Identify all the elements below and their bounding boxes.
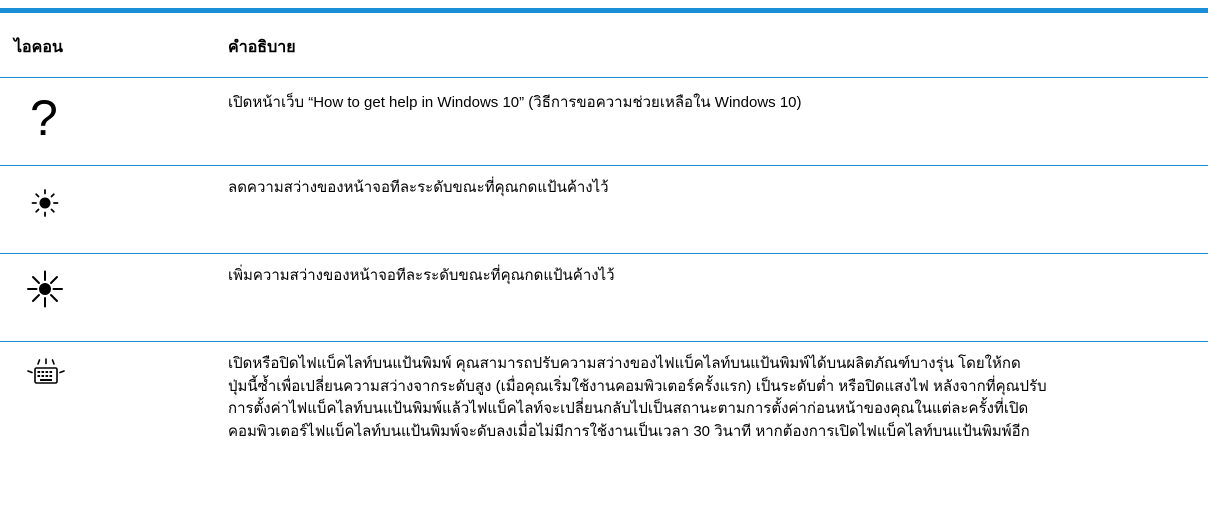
row-description: เปิดหน้าเว็บ “How to get help in Windows…: [228, 94, 802, 111]
row-description: เปิดหรือปิดไฟแบ็คไลท์บนแป้นพิมพ์ คุณสามา…: [228, 353, 1194, 443]
table-header-row: ไอคอน คำอธิบาย: [0, 13, 1208, 78]
keyboard-backlight-icon: [26, 358, 66, 386]
description-line: คอมพิวเตอร์ไฟแบ็คไลท์บนแป้นพิมพ์จะดับลงเ…: [228, 422, 1030, 440]
header-icon-column: ไอคอน: [14, 39, 63, 56]
row-description: เพิ่มความสว่างของหน้าจอทีละระดับขณะที่คุ…: [228, 267, 615, 284]
description-line: เปิดหรือปิดไฟแบ็คไลท์บนแป้นพิมพ์ คุณสามา…: [228, 355, 1021, 372]
table-row: ? เปิดหน้าเว็บ “How to get help in Windo…: [0, 78, 1208, 165]
question-mark-icon: ?: [30, 90, 58, 146]
header-description-column: คำอธิบาย: [228, 39, 296, 56]
description-line: การตั้งค่าไฟแบ็คไลท์บนแป้นพิมพ์แล้วไฟแบ็…: [228, 400, 1029, 417]
row-description: ลดความสว่างของหน้าจอทีละระดับขณะที่คุณกด…: [228, 179, 609, 196]
brightness-down-icon: [31, 188, 59, 218]
table-row: เปิดหรือปิดไฟแบ็คไลท์บนแป้นพิมพ์ คุณสามา…: [0, 342, 1208, 508]
table-row: เพิ่มความสว่างของหน้าจอทีละระดับขณะที่คุ…: [0, 254, 1208, 341]
table-row: ลดความสว่างของหน้าจอทีละระดับขณะที่คุณกด…: [0, 166, 1208, 253]
brightness-up-icon: [27, 270, 63, 308]
description-line: ปุ่มนี้ซ้ำเพื่อเปลี่ยนความสว่างจากระดับส…: [228, 377, 1047, 395]
